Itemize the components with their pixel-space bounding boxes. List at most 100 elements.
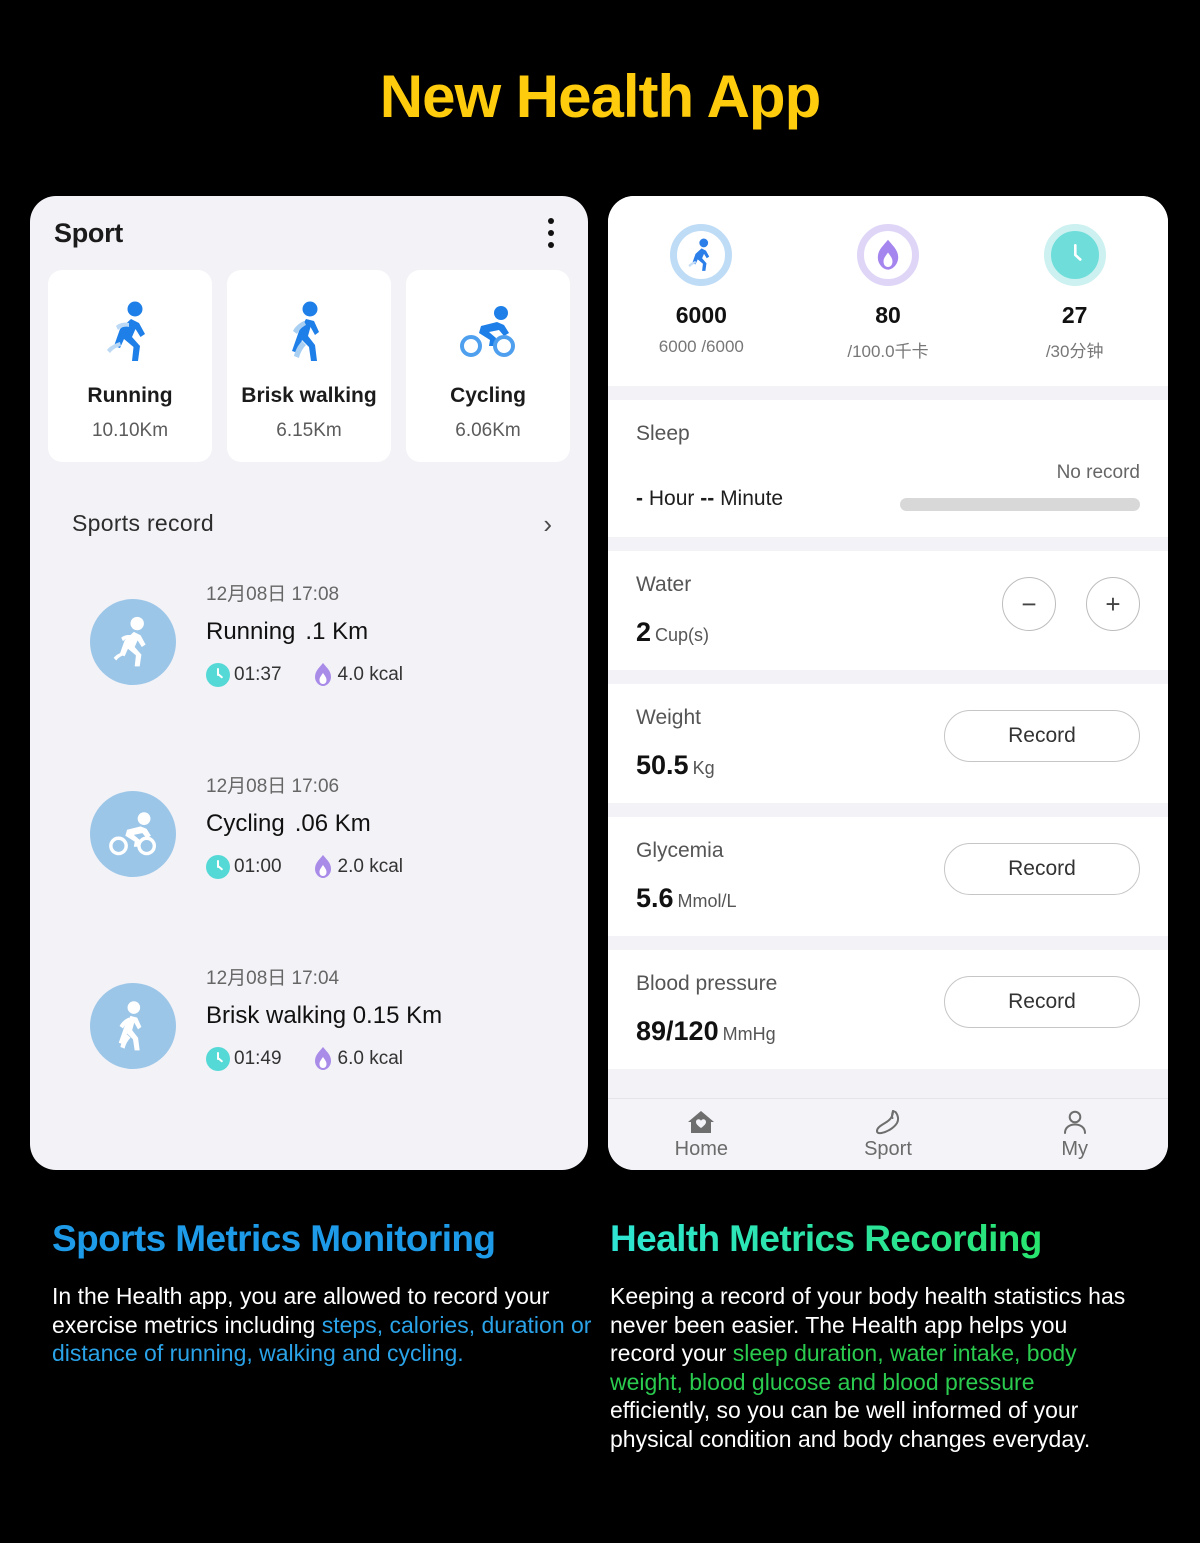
list-item[interactable]: 12月08日 17:04 Brisk walking 0.15 Km 01:49 bbox=[30, 939, 588, 1131]
record-timestamp: 12月08日 17:08 bbox=[206, 584, 340, 605]
section-divider bbox=[608, 537, 1168, 551]
weight-row[interactable]: Weight 50.5 Kg Record bbox=[608, 684, 1168, 803]
clock-icon bbox=[206, 854, 230, 879]
record-calories-stat: 6.0 kcal bbox=[312, 1046, 403, 1072]
goal-value: 6000 bbox=[675, 302, 727, 328]
goal-sub: /30分钟 bbox=[1045, 342, 1104, 361]
record-duration: 01:00 bbox=[234, 855, 282, 877]
record-duration: 01:37 bbox=[234, 663, 282, 685]
clock-icon bbox=[206, 1046, 230, 1071]
water-increment-button[interactable]: + bbox=[1086, 577, 1140, 631]
blood-pressure-unit: MmHg bbox=[722, 1024, 776, 1044]
record-stats: 01:00 2.0 kcal bbox=[206, 854, 403, 880]
section-divider bbox=[608, 670, 1168, 684]
home-heart-icon bbox=[688, 1111, 715, 1133]
right-blurb: Health Metrics Recording Keeping a recor… bbox=[610, 1218, 1130, 1453]
list-item[interactable]: 12月08日 17:06 Cycling .06 Km 01:00 2.0 kc… bbox=[30, 747, 588, 939]
blood-pressure-row[interactable]: Blood pressure 89/120 MmHg Record bbox=[608, 950, 1168, 1069]
glycemia-value: 5.6 bbox=[636, 883, 674, 913]
activity-card-name: Running bbox=[87, 384, 173, 407]
goal-duration[interactable]: 27 /30分钟 bbox=[985, 224, 1165, 362]
bottom-nav: Home Sport My bbox=[608, 1098, 1168, 1170]
activity-summary-cards: Running 10.10Km Brisk walking 6.15Km Cyc… bbox=[30, 270, 588, 462]
walking-icon bbox=[90, 983, 176, 1069]
blood-pressure-record-button[interactable]: Record bbox=[944, 976, 1140, 1028]
record-distance: .06 Km bbox=[294, 810, 371, 837]
sports-record-list: 12月08日 17:08 Running .1 Km 01:37 4.0 kca… bbox=[30, 537, 588, 1131]
goal-steps[interactable]: 6000 6000 /6000 bbox=[611, 224, 791, 362]
record-distance: .1 Km bbox=[305, 618, 369, 645]
blood-pressure-value-block: 89/120 MmHg bbox=[636, 1016, 777, 1047]
record-activity: Brisk walking 0.15 Km bbox=[206, 1002, 443, 1029]
weight-value: 50.5 bbox=[636, 750, 689, 780]
sports-record-label: Sports record bbox=[72, 510, 214, 536]
water-row[interactable]: Water 2 Cup(s) − + bbox=[608, 551, 1168, 670]
activity-card-distance: 10.10Km bbox=[91, 420, 169, 441]
sport-header-title: Sport bbox=[54, 217, 123, 248]
glycemia-row[interactable]: Glycemia 5.6 Mmol/L Record bbox=[608, 817, 1168, 936]
goal-value: 27 bbox=[1061, 302, 1088, 328]
nav-item-my[interactable]: My bbox=[981, 1108, 1168, 1161]
walking-icon bbox=[286, 290, 332, 374]
weight-text-block: Weight 50.5 Kg bbox=[636, 706, 715, 781]
flame-icon bbox=[314, 854, 331, 878]
weight-value-block: 50.5 Kg bbox=[636, 750, 715, 781]
record-title: Brisk walking 0.15 Km bbox=[206, 1002, 442, 1030]
shoe-icon bbox=[876, 1110, 900, 1135]
left-blurb-body: In the Health app, you are allowed to re… bbox=[52, 1282, 592, 1368]
sleep-status-area: No record bbox=[900, 462, 1140, 511]
running-icon bbox=[104, 290, 156, 374]
sleep-label: Sleep bbox=[636, 422, 690, 445]
sports-record-header[interactable]: Sports record › bbox=[30, 462, 588, 537]
record-activity: Running bbox=[206, 618, 296, 645]
record-duration: 01:49 bbox=[234, 1047, 282, 1069]
poster-root: New Health App Sport Running 10.10Km Bri… bbox=[0, 0, 1200, 1543]
activity-card-distance: 6.15Km bbox=[276, 420, 342, 441]
record-calories-stat: 4.0 kcal bbox=[312, 662, 403, 688]
glycemia-record-button[interactable]: Record bbox=[944, 843, 1140, 895]
flame-icon bbox=[314, 662, 331, 686]
right-blurb-heading: Health Metrics Recording bbox=[610, 1218, 1130, 1260]
flame-icon bbox=[856, 224, 919, 286]
record-title: Cycling .06 Km bbox=[206, 810, 403, 838]
record-body: 12月08日 17:04 Brisk walking 0.15 Km 01:49 bbox=[206, 957, 442, 1072]
activity-card-distance: 6.06Km bbox=[455, 420, 521, 441]
nav-label: Home bbox=[674, 1138, 729, 1160]
cycling-icon bbox=[457, 290, 519, 374]
activity-card-running[interactable]: Running 10.10Km bbox=[48, 270, 212, 462]
kebab-menu-icon[interactable] bbox=[538, 212, 564, 254]
water-stepper: − + bbox=[1002, 577, 1140, 631]
left-blurb: Sports Metrics Monitoring In the Health … bbox=[52, 1218, 592, 1368]
left-blurb-heading: Sports Metrics Monitoring bbox=[52, 1218, 496, 1259]
glycemia-unit: Mmol/L bbox=[677, 891, 737, 911]
activity-card-cycling[interactable]: Cycling 6.06Km bbox=[406, 270, 570, 462]
page-title: New Health App bbox=[379, 63, 821, 130]
flame-icon bbox=[314, 1046, 331, 1070]
activity-card-brisk-walking[interactable]: Brisk walking 6.15Km bbox=[227, 270, 391, 462]
water-label: Water bbox=[636, 573, 692, 596]
goal-calories[interactable]: 80 /100.0千卡 bbox=[798, 224, 978, 362]
weight-record-button[interactable]: Record bbox=[944, 710, 1140, 762]
clock-icon bbox=[1043, 224, 1106, 286]
left-phone-screen: Sport Running 10.10Km Brisk walking 6.15… bbox=[30, 196, 588, 1170]
water-decrement-button[interactable]: − bbox=[1002, 577, 1056, 631]
nav-item-sport[interactable]: Sport bbox=[795, 1108, 982, 1161]
sleep-row[interactable]: Sleep - Hour -- Minute No record bbox=[608, 400, 1168, 537]
weight-unit: Kg bbox=[692, 758, 715, 778]
section-divider bbox=[608, 936, 1168, 950]
clock-icon bbox=[206, 662, 230, 687]
glycemia-label: Glycemia bbox=[636, 839, 724, 862]
list-item[interactable]: 12月08日 17:08 Running .1 Km 01:37 4.0 kca… bbox=[30, 555, 588, 747]
activity-card-name: Brisk walking bbox=[241, 384, 377, 407]
nav-item-home[interactable]: Home bbox=[608, 1108, 795, 1161]
section-divider bbox=[608, 803, 1168, 817]
water-head: Water 2 Cup(s) − + bbox=[636, 573, 1140, 648]
glycemia-text-block: Glycemia 5.6 Mmol/L bbox=[636, 839, 737, 914]
water-unit: Cup(s) bbox=[655, 625, 710, 645]
sport-header: Sport bbox=[30, 196, 588, 270]
sleep-content: - Hour -- Minute No record bbox=[636, 462, 1140, 511]
sleep-minute-value: -- bbox=[700, 487, 715, 510]
chevron-right-icon[interactable]: › bbox=[543, 511, 552, 537]
record-duration-stat: 01:37 bbox=[206, 662, 282, 687]
weight-head: Weight 50.5 Kg Record bbox=[636, 706, 1140, 781]
